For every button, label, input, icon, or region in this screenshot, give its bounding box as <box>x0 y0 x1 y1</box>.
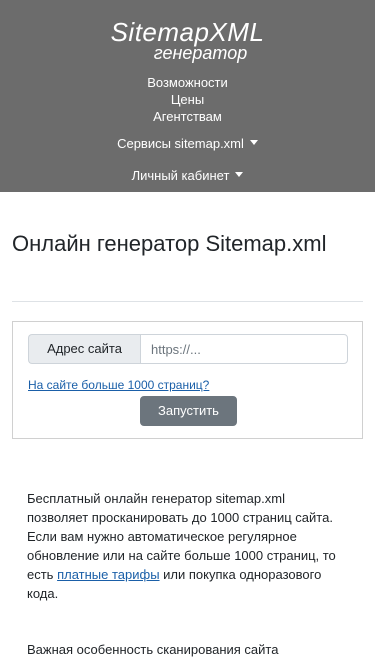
logo[interactable]: SitemapXML генератор <box>0 18 375 62</box>
caret-down-icon <box>235 172 244 178</box>
nav-dropdown-services-label: Сервисы sitemap.xml <box>117 136 244 151</box>
more-pages-link[interactable]: На сайте больше 1000 страниц? <box>28 378 209 392</box>
page-title: Онлайн генератор Sitemap.xml <box>12 231 327 256</box>
nav-item-agencies[interactable]: Агентствам <box>0 108 375 125</box>
paid-plans-link[interactable]: платные тарифы <box>57 567 159 582</box>
nav-dropdown-account[interactable]: Личный кабинет <box>0 167 375 184</box>
feature-paragraph: Важная особенность сканирования сайта <box>27 642 279 657</box>
generator-form-card: Адрес сайта На сайте больше 1000 страниц… <box>12 321 363 439</box>
nav-dropdown-services[interactable]: Сервисы sitemap.xml <box>0 135 375 152</box>
caret-down-icon <box>249 140 258 146</box>
url-input[interactable] <box>140 334 348 364</box>
divider <box>12 301 363 302</box>
logo-title: SitemapXML <box>110 17 265 47</box>
url-input-group: Адрес сайта <box>28 334 348 364</box>
nav-item-features[interactable]: Возможности <box>0 74 375 91</box>
run-button[interactable]: Запустить <box>140 396 237 426</box>
description-paragraph: Бесплатный онлайн генератор sitemap.xml … <box>27 489 347 603</box>
nav-dropdown-account-label: Личный кабинет <box>131 168 230 183</box>
logo-subtitle: генератор <box>153 43 248 63</box>
url-addon-label: Адрес сайта <box>28 334 140 364</box>
site-header: SitemapXML генератор Возможности Цены Аг… <box>0 0 375 192</box>
nav-item-prices[interactable]: Цены <box>0 91 375 108</box>
main-nav: Возможности Цены Агентствам Сервисы site… <box>0 74 375 184</box>
